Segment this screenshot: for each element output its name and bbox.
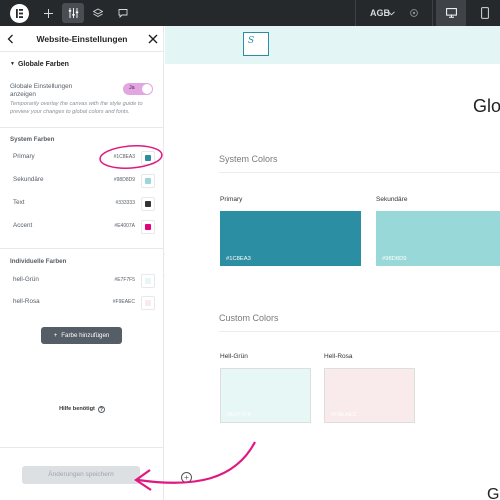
desktop-icon (445, 8, 457, 18)
color-swatch-hell-rosa: #F9EAEC (324, 368, 415, 423)
plus-icon (43, 8, 53, 18)
color-row-secondary[interactable]: Sekundäre #98D8D9 (10, 174, 156, 188)
canvas-bottom-left-logo: Gl (487, 486, 500, 500)
custom-colors-heading: Custom Colors (219, 313, 279, 323)
swatch-label: Hell-Grün (220, 353, 248, 360)
swatch-label: Hell-Rosa (324, 353, 353, 360)
divider (0, 447, 164, 448)
site-settings-icon (410, 9, 418, 17)
toggle-description: Temporarily overlay the canvas with the … (10, 101, 143, 115)
system-colors-title: System Farben (10, 136, 55, 143)
color-row-primary[interactable]: Primary #1C8EA3 (10, 151, 156, 165)
custom-colors-title: Individuelle Farben (10, 258, 67, 265)
swatch-hex: #1C8EA3 (226, 256, 251, 262)
color-hex[interactable]: #E7F7F5 (114, 277, 135, 283)
heading-rule (219, 331, 500, 332)
help-label: Hilfe benötigt (59, 406, 95, 412)
color-name: Sekundäre (13, 176, 44, 183)
color-swatch[interactable] (141, 197, 155, 211)
color-hex[interactable]: #1C8EA3 (114, 154, 135, 160)
add-color-label: Farbe hinzufügen (61, 332, 110, 339)
save-changes-button[interactable]: Änderungen speichern (22, 466, 140, 484)
toggle-knob (142, 84, 152, 94)
plus-icon: + (53, 332, 58, 339)
swatch-hex: #F9EAEC (331, 412, 357, 418)
mobile-view-button[interactable] (470, 0, 500, 26)
elementor-logo-icon (16, 9, 23, 18)
heading-rule (219, 172, 500, 173)
help-link[interactable]: Hilfe benötigt? (0, 406, 164, 413)
color-row-text[interactable]: Text #333333 (10, 197, 156, 211)
toggle-label: Globale Einstellungen anzeigen (10, 83, 73, 98)
color-swatch[interactable] (141, 151, 155, 165)
mobile-icon (481, 7, 489, 19)
swatch-label: Sekundäre (376, 196, 408, 203)
panel-title: Website-Einstellungen (36, 34, 128, 44)
site-logo-text: S (248, 36, 255, 46)
swatch-hex: #E7F7F5 (227, 412, 251, 418)
site-settings-icon-button[interactable] (406, 0, 422, 26)
site-logo: S (243, 32, 269, 56)
swatch-fill (145, 178, 151, 184)
color-swatch[interactable] (141, 174, 155, 188)
site-settings-button[interactable] (62, 3, 84, 23)
desktop-view-button[interactable] (436, 0, 466, 26)
sliders-icon (68, 8, 78, 18)
divider (0, 127, 164, 128)
caret-down-icon: ▼ (10, 61, 15, 67)
add-element-button[interactable] (40, 0, 56, 26)
elementor-logo-button[interactable] (10, 4, 29, 23)
topbar-separator (432, 0, 433, 26)
section-title: Globale Farben (17, 61, 69, 68)
preview-canvas: S Glo System Colors Primary #1C8EA3 Seku… (165, 26, 500, 500)
style-guide-title: Glo (473, 96, 500, 116)
show-global-settings-toggle[interactable]: Ja (123, 83, 153, 95)
topbar-separator (355, 0, 356, 26)
site-header: S (165, 26, 500, 64)
color-name: hell-Rosa (13, 298, 40, 305)
swatch-fill (145, 201, 151, 207)
back-arrow-icon[interactable] (6, 32, 16, 46)
color-row-accent[interactable]: Accent #E4007A (10, 220, 156, 234)
comments-button[interactable] (115, 0, 131, 26)
color-row-hell-gruen[interactable]: hell-Grün #E7F7F5 (10, 274, 156, 288)
add-section-icon[interactable]: + (181, 472, 192, 483)
color-swatch-primary: #1C8EA3 (220, 211, 361, 266)
color-hex[interactable]: #E4007A (114, 223, 135, 229)
swatch-fill (145, 155, 151, 161)
color-swatch[interactable] (141, 274, 155, 288)
swatch-fill (145, 224, 151, 230)
swatch-fill (145, 278, 151, 284)
site-settings-panel: Website-Einstellungen ▼ Globale Farben Gl… (0, 26, 164, 500)
swatch-fill (145, 300, 151, 306)
chevron-down-icon[interactable] (386, 0, 396, 26)
comment-icon (118, 9, 128, 18)
color-row-hell-rosa[interactable]: hell-Rosa #F9EAEC (10, 296, 156, 310)
color-swatch-hell-gruen: #E7F7F5 (220, 368, 311, 423)
toggle-value: Ja (129, 85, 135, 91)
color-swatch-secondary: #98D8D9 (376, 211, 500, 266)
color-name: Text (13, 199, 25, 206)
system-colors-heading: System Colors (219, 154, 278, 164)
structure-button[interactable] (90, 0, 106, 26)
section-toggle-global-colors[interactable]: ▼ Globale Farben (10, 61, 69, 68)
color-name: Accent (13, 222, 33, 229)
color-hex[interactable]: #F9EAEC (113, 299, 135, 305)
editor-topbar: AGB (0, 0, 500, 26)
color-name: hell-Grün (13, 276, 39, 283)
add-color-button[interactable]: + Farbe hinzufügen (41, 327, 122, 344)
color-hex[interactable]: #98D8D9 (114, 177, 135, 183)
question-icon: ? (97, 406, 105, 413)
divider (0, 248, 164, 249)
panel-header: Website-Einstellungen (0, 26, 164, 52)
close-icon[interactable] (147, 32, 159, 46)
layers-icon (93, 8, 103, 18)
color-name: Primary (13, 153, 35, 160)
color-swatch[interactable] (141, 220, 155, 234)
color-hex[interactable]: #333333 (116, 200, 135, 206)
color-swatch[interactable] (141, 296, 155, 310)
swatch-hex: #98D8D9 (382, 256, 407, 262)
swatch-label: Primary (220, 196, 243, 203)
